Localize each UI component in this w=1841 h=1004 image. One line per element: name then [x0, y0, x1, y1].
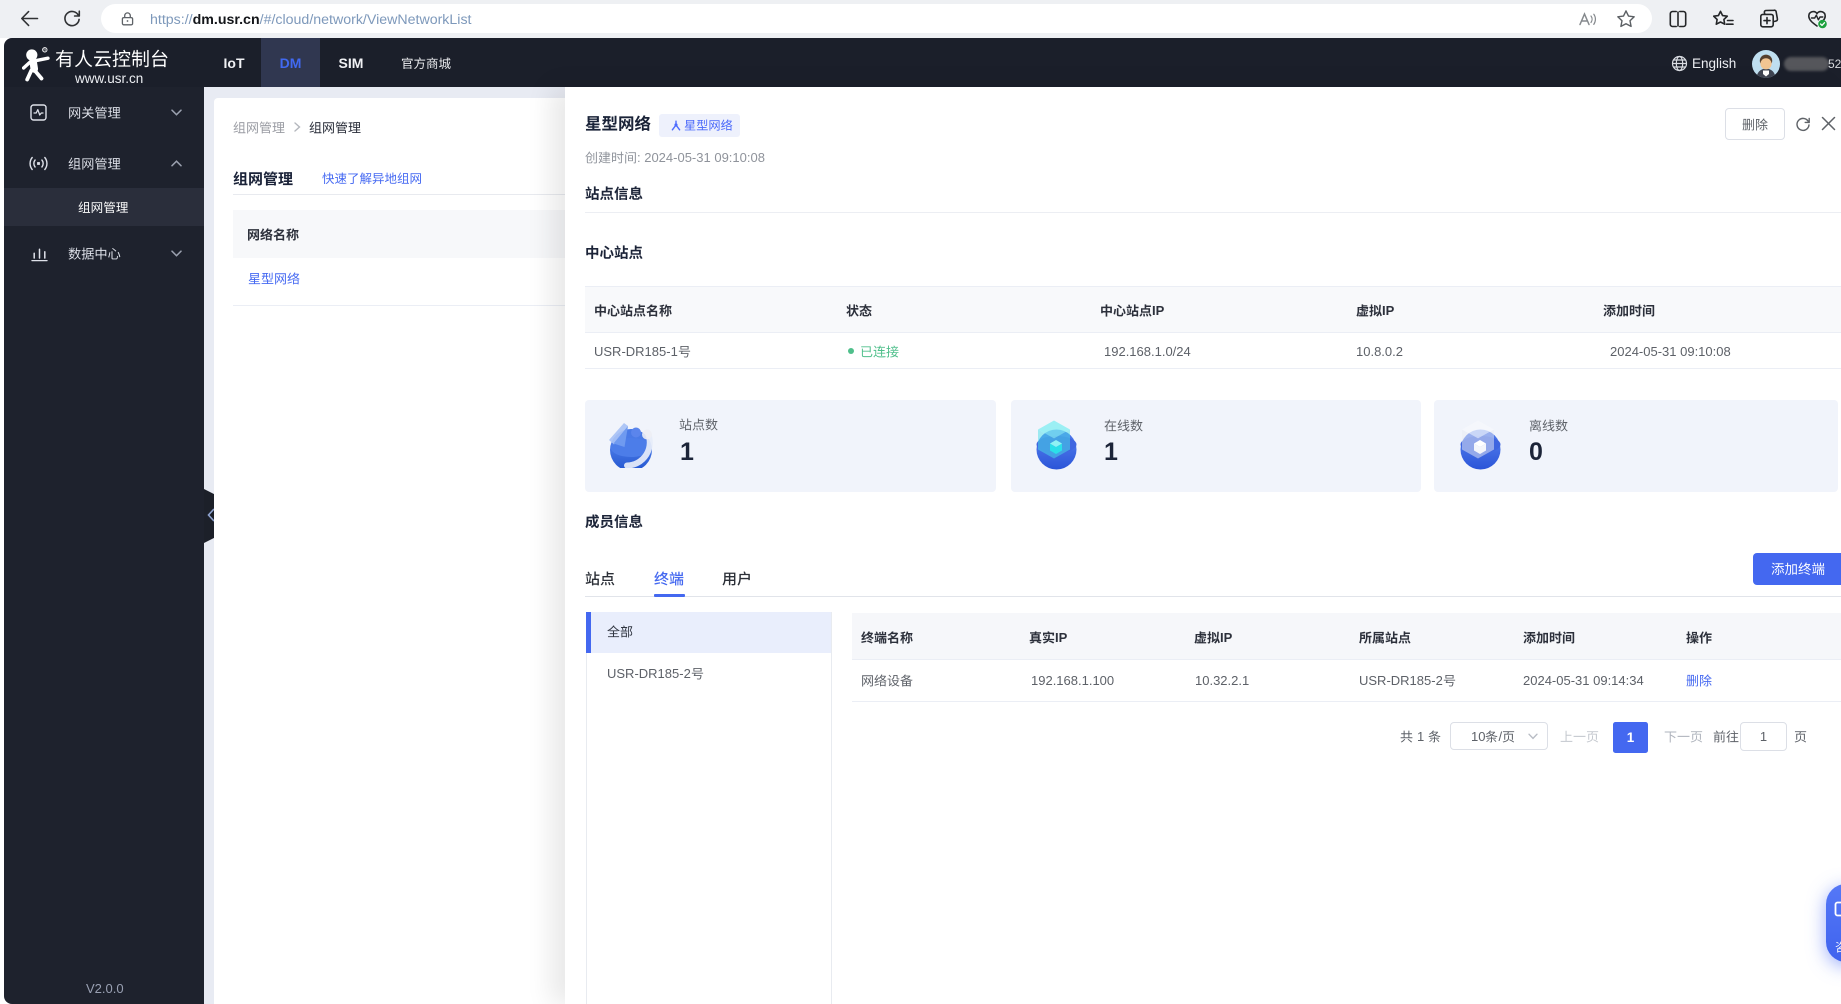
svg-text:R: R: [43, 48, 46, 52]
